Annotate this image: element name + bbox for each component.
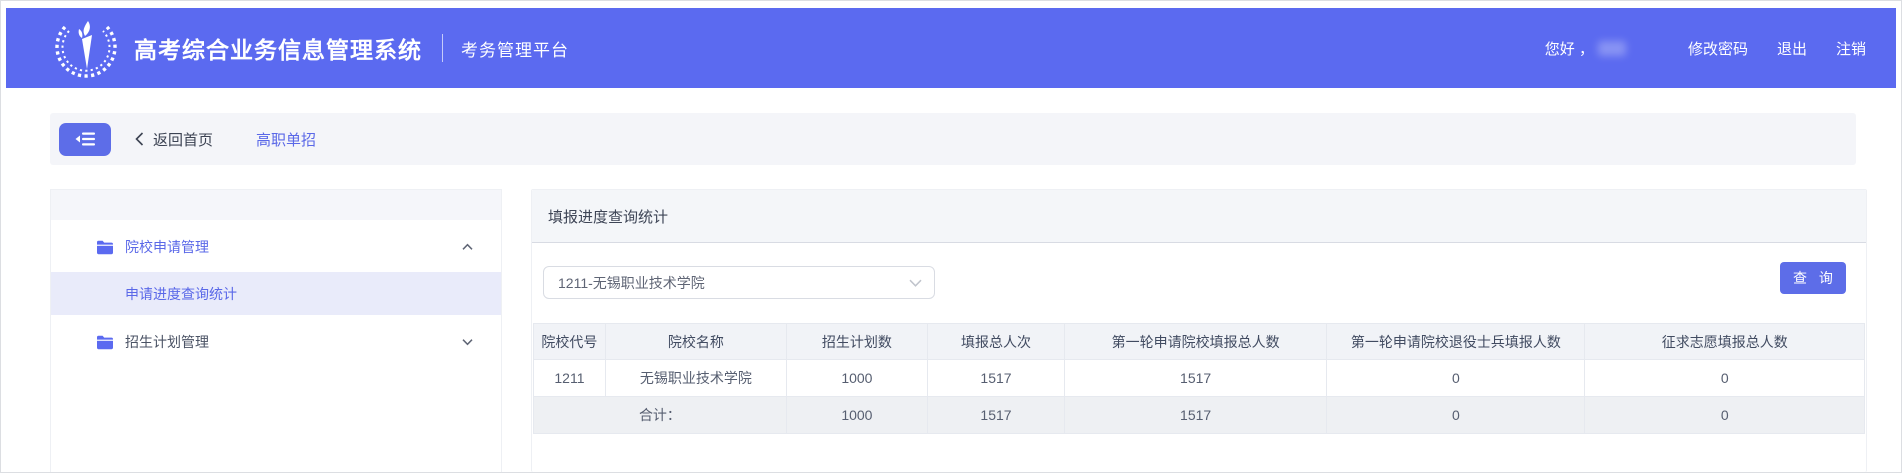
- table-row: 1211 无锡职业技术学院 1000 1517 1517 0 0: [534, 360, 1865, 397]
- back-label: 返回首页: [153, 129, 213, 150]
- select-value: 1211-无锡职业技术学院: [558, 273, 909, 293]
- breadcrumb-bar: 返回首页 高职单招: [50, 113, 1856, 165]
- summary-label: 合计：: [534, 397, 787, 434]
- sidebar-group-enrollment-plan[interactable]: 招生计划管理: [51, 322, 501, 362]
- school-select[interactable]: 1211-无锡职业技术学院: [543, 266, 935, 299]
- breadcrumb-current[interactable]: 高职单招: [256, 129, 316, 150]
- header-cell-college-code: 院校代号: [534, 324, 606, 360]
- change-password-link[interactable]: 修改密码: [1688, 38, 1748, 59]
- table-cell: 1517: [1065, 360, 1327, 397]
- header-cell-college-name: 院校名称: [605, 324, 786, 360]
- header-cell-total-submissions: 填报总人次: [927, 324, 1064, 360]
- table-cell: 1517: [927, 360, 1064, 397]
- exit-link[interactable]: 退出: [1777, 38, 1807, 59]
- table-cell: 0: [1585, 360, 1865, 397]
- sidebar-top-strip: [51, 190, 501, 220]
- summary-cell: 1517: [1065, 397, 1327, 434]
- summary-row: 合计： 1000 1517 1517 0 0: [534, 397, 1865, 434]
- summary-cell: 0: [1585, 397, 1865, 434]
- collapse-menu-button[interactable]: [59, 123, 111, 156]
- table-header-row: 院校代号 院校名称 招生计划数 填报总人次 第一轮申请院校填报总人数 第一轮申请…: [534, 324, 1865, 360]
- page: 高考综合业务信息管理系统 考务管理平台 您好 ， 修改密码 退出 注销: [0, 0, 1902, 473]
- header-cell-plan-count: 招生计划数: [786, 324, 927, 360]
- select-arrow-icon: [909, 279, 922, 287]
- folder-icon: [96, 240, 114, 255]
- header-cell-round1-veterans: 第一轮申请院校退役士兵填报人数: [1327, 324, 1585, 360]
- table-cell: 1000: [786, 360, 927, 397]
- summary-cell: 0: [1327, 397, 1585, 434]
- panel-header: 填报进度查询统计: [532, 190, 1866, 243]
- header-cell-round1-total: 第一轮申请院校填报总人数: [1065, 324, 1327, 360]
- sidebar-group-label: 招生计划管理: [125, 332, 209, 352]
- header-user-area: 您好 ， 修改密码 退出 注销: [1545, 38, 1866, 59]
- table-cell: 0: [1327, 360, 1585, 397]
- greeting-text: 您好 ，: [1545, 38, 1594, 59]
- sidebar-group-college-application[interactable]: 院校申请管理: [51, 227, 501, 267]
- sidebar: 院校申请管理 申请进度查询统计 招生计划管理: [50, 189, 502, 472]
- sidebar-item-label: 申请进度查询统计: [125, 284, 237, 304]
- logout-link[interactable]: 注销: [1836, 38, 1866, 59]
- table-cell: 无锡职业技术学院: [605, 360, 786, 397]
- back-link[interactable]: 返回首页: [135, 129, 213, 150]
- app-title: 高考综合业务信息管理系统: [134, 31, 422, 65]
- fold-menu-icon: [75, 131, 96, 147]
- title-divider: [442, 34, 443, 62]
- chevron-left-icon: [135, 132, 144, 146]
- app-header: 高考综合业务信息管理系统 考务管理平台 您好 ， 修改密码 退出 注销: [6, 8, 1896, 88]
- query-button[interactable]: 查 询: [1780, 262, 1846, 294]
- main-panel: 填报进度查询统计 1211-无锡职业技术学院 查 询 院校代号 院校名称 招生计…: [531, 189, 1867, 472]
- sidebar-item-application-progress[interactable]: 申请进度查询统计: [51, 272, 501, 315]
- page-title: 填报进度查询统计: [548, 206, 668, 227]
- chevron-up-icon: [462, 244, 473, 251]
- user-greeting: 您好 ，: [1545, 38, 1626, 59]
- stats-table: 院校代号 院校名称 招生计划数 填报总人次 第一轮申请院校填报总人数 第一轮申请…: [533, 323, 1865, 434]
- summary-cell: 1000: [786, 397, 927, 434]
- username-redacted: [1598, 41, 1626, 56]
- logo-icon: [50, 12, 122, 84]
- chevron-down-icon: [462, 339, 473, 346]
- app-subtitle: 考务管理平台: [461, 36, 569, 61]
- header-cell-supplementary-total: 征求志愿填报总人数: [1585, 324, 1865, 360]
- sidebar-group-label: 院校申请管理: [125, 237, 209, 257]
- table-cell: 1211: [534, 360, 606, 397]
- summary-cell: 1517: [927, 397, 1064, 434]
- folder-icon: [96, 335, 114, 350]
